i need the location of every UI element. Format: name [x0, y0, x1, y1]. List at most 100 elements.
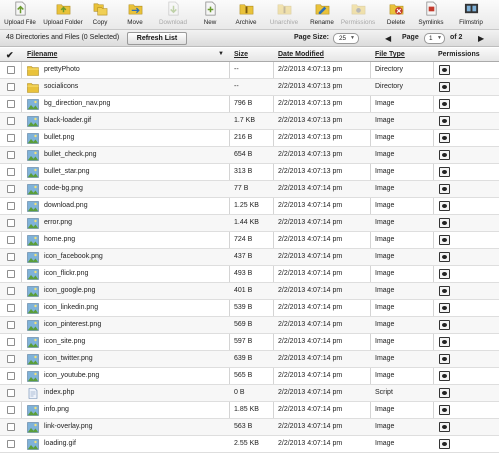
permissions-icon[interactable]	[439, 82, 450, 92]
table-row[interactable]: info.png 1.85 KB 2/2/2013 4:07:14 pm Image	[0, 402, 499, 419]
table-row[interactable]: bullet_star.png 313 B 2/2/2013 4:07:13 pm I…	[0, 164, 499, 181]
table-row[interactable]: icon_twitter.png 639 B 2/2/2013 4:07:14 pm…	[0, 351, 499, 368]
file-name[interactable]: icon_linkedin.png	[44, 304, 98, 311]
table-row[interactable]: icon_flickr.png 493 B 2/2/2013 4:07:14 pm I…	[0, 266, 499, 283]
file-name[interactable]: loading.gif	[44, 440, 76, 447]
page-select[interactable]: 1 ▼	[424, 33, 445, 44]
permissions-icon[interactable]	[439, 388, 450, 398]
file-name[interactable]: bullet.png	[44, 134, 74, 141]
permissions-icon[interactable]	[439, 167, 450, 177]
table-row[interactable]: download.png 1.25 KB 2/2/2013 4:07:14 pm Im…	[0, 198, 499, 215]
row-checkbox[interactable]	[7, 219, 15, 227]
delete-button[interactable]: Delete	[385, 1, 407, 29]
table-row[interactable]: black-loader.gif 1.7 KB 2/2/2013 4:07:13 p…	[0, 113, 499, 130]
select-all-checkbox[interactable]: ✔	[6, 48, 14, 62]
row-checkbox[interactable]	[7, 338, 15, 346]
permissions-icon[interactable]	[439, 320, 450, 330]
permissions-icon[interactable]	[439, 439, 450, 449]
table-row[interactable]: icon_linkedin.png 539 B 2/2/2013 4:07:14 p…	[0, 300, 499, 317]
row-checkbox[interactable]	[7, 151, 15, 159]
file-name[interactable]: home.png	[44, 236, 75, 243]
permissions-icon[interactable]	[439, 99, 450, 109]
table-row[interactable]: socialicons -- 2/2/2013 4:07:13 pm Director…	[0, 79, 499, 96]
file-name[interactable]: socialicons	[44, 83, 78, 90]
table-row[interactable]: icon_site.png 597 B 2/2/2013 4:07:14 pm Ima…	[0, 334, 499, 351]
file-name[interactable]: icon_twitter.png	[44, 355, 93, 362]
row-checkbox[interactable]	[7, 321, 15, 329]
table-row[interactable]: link-overlay.png 563 B 2/2/2013 4:07:14 pm…	[0, 419, 499, 436]
size-column-header[interactable]: Size	[234, 48, 248, 62]
file-name[interactable]: black-loader.gif	[44, 117, 91, 124]
move-button[interactable]: Move	[124, 1, 146, 29]
file-name[interactable]: error.png	[44, 219, 72, 226]
row-checkbox[interactable]	[7, 236, 15, 244]
symlinks-button[interactable]: Symlinks	[417, 1, 445, 29]
page-size-select[interactable]: 25 ▼	[333, 33, 359, 44]
unarchive-button[interactable]: Unarchive	[268, 1, 300, 29]
row-checkbox[interactable]	[7, 270, 15, 278]
permissions-icon[interactable]	[439, 116, 450, 126]
table-row[interactable]: icon_google.png 401 B 2/2/2013 4:07:14 pm I…	[0, 283, 499, 300]
table-row[interactable]: code-bg.png 77 B 2/2/2013 4:07:14 pm Image	[0, 181, 499, 198]
date-column-header[interactable]: Date Modified	[278, 48, 324, 62]
row-checkbox[interactable]	[7, 287, 15, 295]
upload-file-button[interactable]: Upload File	[4, 1, 36, 29]
row-checkbox[interactable]	[7, 406, 15, 414]
file-name[interactable]: icon_google.png	[44, 287, 95, 294]
permissions-icon[interactable]	[439, 286, 450, 296]
file-name[interactable]: prettyPhoto	[44, 66, 80, 73]
download-button[interactable]: Download	[158, 1, 188, 29]
permissions-icon[interactable]	[439, 201, 450, 211]
table-row[interactable]: icon_pinterest.png 569 B 2/2/2013 4:07:14 …	[0, 317, 499, 334]
table-row[interactable]: index.php 0 B 2/2/2013 4:07:14 pm Script	[0, 385, 499, 402]
row-checkbox[interactable]	[7, 389, 15, 397]
permissions-icon[interactable]	[439, 371, 450, 381]
row-checkbox[interactable]	[7, 185, 15, 193]
row-checkbox[interactable]	[7, 202, 15, 210]
row-checkbox[interactable]	[7, 83, 15, 91]
permissions-icon[interactable]	[439, 235, 450, 245]
file-name[interactable]: code-bg.png	[44, 185, 83, 192]
row-checkbox[interactable]	[7, 304, 15, 312]
table-row[interactable]: home.png 724 B 2/2/2013 4:07:14 pm Image	[0, 232, 499, 249]
file-name[interactable]: bullet_star.png	[44, 168, 90, 175]
table-row[interactable]: icon_facebook.png 437 B 2/2/2013 4:07:14 p…	[0, 249, 499, 266]
file-name[interactable]: bullet_check.png	[44, 151, 97, 158]
file-name[interactable]: icon_flickr.png	[44, 270, 88, 277]
filmstrip-button[interactable]: Filmstrip	[456, 1, 486, 29]
row-checkbox[interactable]	[7, 117, 15, 125]
rename-button[interactable]: Rename	[309, 1, 335, 29]
file-name[interactable]: icon_site.png	[44, 338, 85, 345]
permissions-icon[interactable]	[439, 252, 450, 262]
row-checkbox[interactable]	[7, 355, 15, 363]
permissions-icon[interactable]	[439, 405, 450, 415]
table-row[interactable]: bg_direction_nav.png 796 B 2/2/2013 4:07:1…	[0, 96, 499, 113]
permissions-icon[interactable]	[439, 65, 450, 75]
row-checkbox[interactable]	[7, 372, 15, 380]
table-row[interactable]: error.png 1.44 KB 2/2/2013 4:07:14 pm Image	[0, 215, 499, 232]
refresh-list-button[interactable]: Refresh List	[127, 32, 187, 45]
permissions-icon[interactable]	[439, 184, 450, 194]
table-row[interactable]: icon_youtube.png 565 B 2/2/2013 4:07:14 pm…	[0, 368, 499, 385]
row-checkbox[interactable]	[7, 253, 15, 261]
row-checkbox[interactable]	[7, 440, 15, 448]
permissions-icon[interactable]	[439, 133, 450, 143]
file-name[interactable]: info.png	[44, 406, 69, 413]
permissions-icon[interactable]	[439, 354, 450, 364]
archive-button[interactable]: Archive	[232, 1, 260, 29]
filename-column-header[interactable]: Filename	[27, 48, 57, 62]
upload-folder-button[interactable]: Upload Folder	[43, 1, 83, 29]
type-column-header[interactable]: File Type	[375, 48, 405, 62]
row-checkbox[interactable]	[7, 66, 15, 74]
row-checkbox[interactable]	[7, 423, 15, 431]
file-name[interactable]: link-overlay.png	[44, 423, 93, 430]
row-checkbox[interactable]	[7, 100, 15, 108]
permissions-icon[interactable]	[439, 269, 450, 279]
table-row[interactable]: bullet_check.png 654 B 2/2/2013 4:07:13 pm…	[0, 147, 499, 164]
prev-page-icon[interactable]: ◀	[385, 33, 391, 44]
next-page-icon[interactable]: ▶	[478, 33, 484, 44]
permissions-icon[interactable]	[439, 303, 450, 313]
permissions-icon[interactable]	[439, 422, 450, 432]
file-name[interactable]: icon_youtube.png	[44, 372, 99, 379]
copy-button[interactable]: Copy	[90, 1, 110, 29]
